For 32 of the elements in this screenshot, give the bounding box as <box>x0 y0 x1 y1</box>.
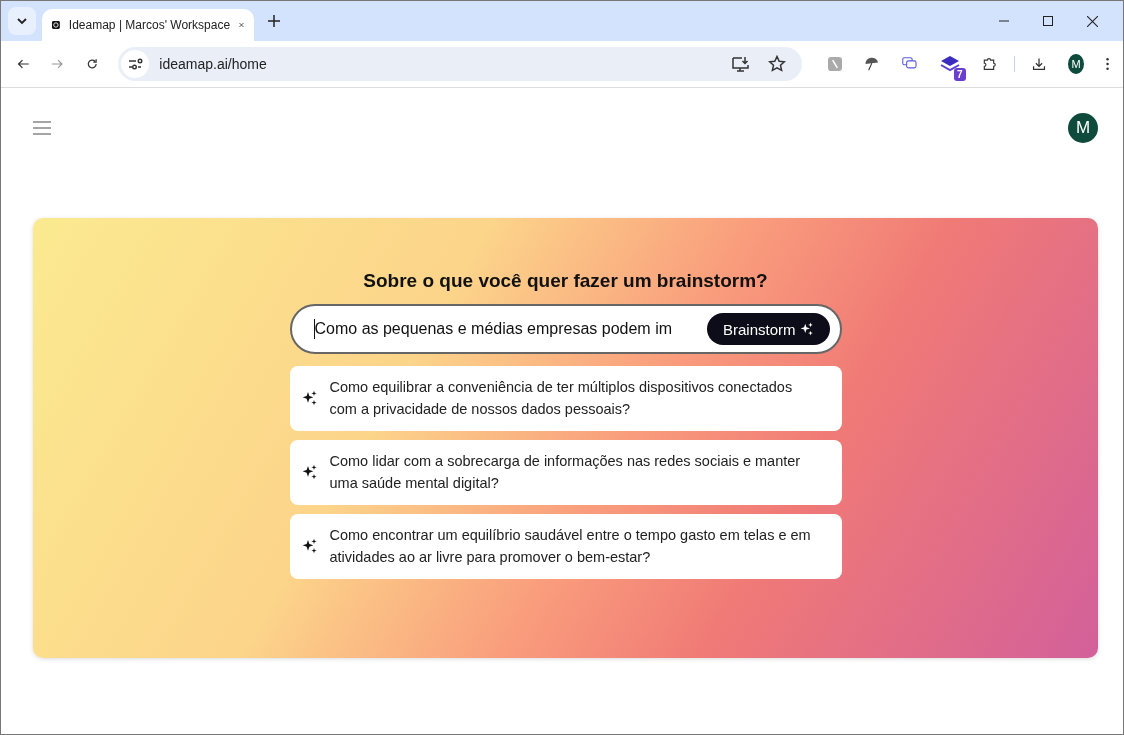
install-app-icon[interactable] <box>732 56 751 72</box>
url-text: ideamap.ai/home <box>159 56 267 72</box>
tab-search-button[interactable] <box>8 7 36 35</box>
new-tab-icon[interactable] <box>268 15 280 27</box>
close-tab-icon[interactable] <box>239 20 244 30</box>
puzzle-piece-icon[interactable] <box>981 55 996 73</box>
suggestion-text: Como encontrar um equilíbrio saudável entre o tempo gasto em telas e em atividades ao ar livre para promover o bem-estar? <box>329 526 812 567</box>
star-icon[interactable] <box>768 55 787 73</box>
suggestion-text: Como equilibrar a conveniência de ter múltiplos dispositivos conectados com a privacidade de nossos dados pessoais? <box>329 378 794 419</box>
user-avatar[interactable]: M <box>1068 113 1098 143</box>
suggestion-card[interactable]: Como encontrar um equilíbrio saudável entre o tempo gasto em telas e em atividades ao ar livre para promover o bem-estar? <box>289 514 842 579</box>
more-menu-icon[interactable] <box>1105 56 1109 72</box>
profile-avatar[interactable]: M <box>1068 54 1084 74</box>
extension-badge: 7 <box>953 68 966 81</box>
sparkles-icon <box>799 322 814 336</box>
close-window-icon[interactable] <box>1087 15 1098 27</box>
suggestion-text: Como lidar com a sobrecarga de informações nas redes sociais e manter uma saúde mental digital? <box>329 452 802 493</box>
address-bar[interactable]: ideamap.ai/home <box>118 47 803 81</box>
site-settings-icon[interactable] <box>121 50 150 78</box>
tab-title: Ideamap | Marcos' Workspace <box>68 18 231 32</box>
chevron-down-icon <box>16 15 28 27</box>
umbrella-icon[interactable] <box>864 55 880 73</box>
heading: Sobre o que você quer fazer um brainstorm? <box>363 270 768 292</box>
prompt-field[interactable]: Como as pequenas e médias empresas podem im Brainstorm <box>289 304 842 354</box>
sparkles-icon <box>301 390 318 406</box>
brainstorm-button[interactable]: Brainstorm <box>706 313 830 345</box>
browser-tab[interactable]: Ideamap | Marcos' Workspace <box>42 9 254 41</box>
suggestion-card[interactable]: Como lidar com a sobrecarga de informações nas redes sociais e manter uma saúde mental digital? <box>289 440 842 505</box>
sparkles-icon <box>301 464 318 480</box>
suggestion-card[interactable]: Como equilibrar a conveniência de ter múltiplos dispositivos conectados com a privacidade de nossos dados pessoais? <box>289 366 842 431</box>
maximize-icon[interactable] <box>1043 16 1053 26</box>
sparkles-icon <box>301 538 318 554</box>
